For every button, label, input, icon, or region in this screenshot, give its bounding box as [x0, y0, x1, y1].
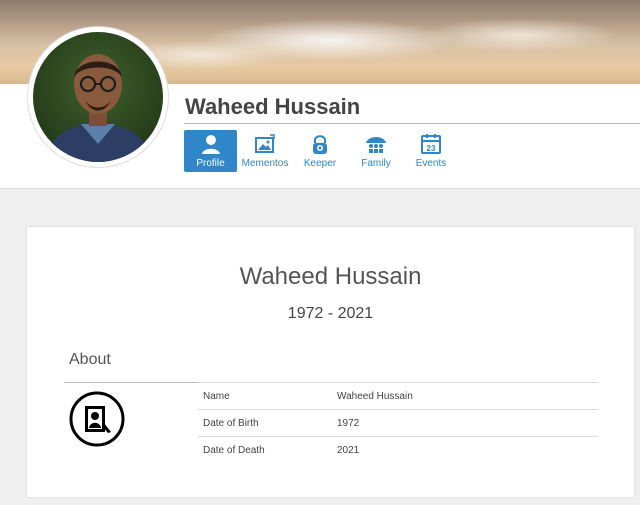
tab-label: Family: [361, 158, 391, 169]
avatar[interactable]: [28, 27, 168, 167]
tab-family[interactable]: Family: [352, 130, 400, 172]
tab-events[interactable]: 23 Events: [410, 130, 452, 172]
tab-label: Events: [415, 158, 447, 169]
tab-mementos[interactable]: Mementos: [239, 130, 291, 172]
row-label: Name: [198, 382, 332, 410]
memorial-portrait-icon: [68, 390, 126, 448]
table-row: Date of Death 2021: [198, 436, 598, 463]
calendar-icon: 23: [410, 133, 452, 157]
about-divider: [64, 382, 199, 383]
memorial-card: Waheed Hussain 1972 - 2021 About Name Wa…: [27, 227, 634, 497]
about-heading: About: [69, 351, 111, 368]
table-row: Name Waheed Hussain: [198, 382, 598, 410]
tab-keeper[interactable]: Keeper: [297, 130, 343, 172]
family-icon: [352, 133, 400, 157]
row-value: 2021: [332, 436, 598, 463]
tab-profile[interactable]: Profile: [184, 130, 237, 172]
row-label: Date of Birth: [198, 409, 332, 437]
image-icon: [239, 133, 291, 157]
tab-label: Keeper: [303, 158, 337, 169]
table-row: Date of Birth 1972: [198, 409, 598, 437]
memorial-years: 1972 - 2021: [287, 305, 374, 322]
profile-name: Waheed Hussain: [185, 94, 361, 119]
person-icon: [184, 133, 237, 157]
tab-label: Mementos: [241, 158, 289, 169]
lock-icon: [297, 133, 343, 157]
svg-text:23: 23: [427, 144, 436, 153]
row-value: 1972: [332, 409, 598, 437]
memorial-title: Waheed Hussain: [239, 263, 422, 290]
row-value: Waheed Hussain: [332, 382, 598, 410]
about-table: Name Waheed Hussain Date of Birth 1972 D…: [198, 382, 598, 463]
row-label: Date of Death: [198, 436, 332, 463]
avatar-photo: [33, 32, 163, 162]
tab-label: Profile: [196, 158, 225, 169]
name-divider: [184, 123, 640, 124]
